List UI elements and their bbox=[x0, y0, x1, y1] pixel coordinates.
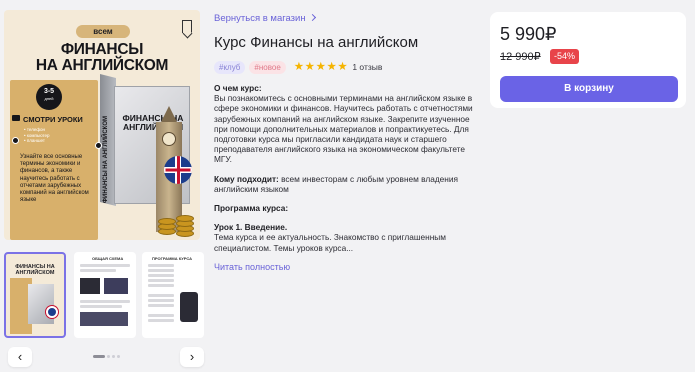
product-details: Вернуться в магазин Курс Финансы на англ… bbox=[214, 12, 484, 275]
price-card: 5 990₽ 12 990₽ -54% В корзину bbox=[490, 12, 686, 108]
product-title: Курс Финансы на английском bbox=[214, 34, 419, 51]
thumbnail-title: ФИНАНСЫ НА АНГЛИЙСКОМ bbox=[15, 264, 55, 276]
bookmark-icon[interactable] bbox=[182, 20, 192, 33]
days-badge: 3-5 дней bbox=[36, 84, 62, 110]
hotspot-dot bbox=[12, 137, 19, 144]
product-meta: #клуб #новое ★★★★★ 1 отзыв bbox=[214, 60, 484, 74]
pagination-dot[interactable] bbox=[117, 355, 120, 358]
cover-cta: СМОТРИ УРОКИ bbox=[12, 115, 96, 125]
clock-icon bbox=[162, 132, 176, 146]
about-text: Вы познакомитесь с основными терминами н… bbox=[214, 93, 473, 165]
pagination-dot[interactable] bbox=[112, 355, 115, 358]
thumbnail-box bbox=[28, 284, 54, 324]
uk-flag-icon bbox=[164, 156, 192, 184]
back-to-store-link[interactable]: Вернуться в магазин bbox=[214, 13, 306, 24]
lesson-text: Тема курса и ее актуальность. Знакомство… bbox=[214, 232, 446, 253]
chevron-right-icon bbox=[308, 13, 316, 22]
thumbnail-title: ПРОГРАММА КУРСА bbox=[152, 256, 193, 261]
gallery-prev-button[interactable]: ‹ bbox=[8, 347, 32, 367]
discount-badge: -54% bbox=[550, 49, 580, 64]
cover-cta-text: СМОТРИ УРОКИ bbox=[23, 115, 83, 124]
thumbnail-3[interactable]: ПРОГРАММА КУРСА bbox=[142, 252, 204, 338]
cover-list-item: • планшет bbox=[24, 138, 45, 143]
days-label: дней bbox=[44, 96, 54, 101]
product-description: О чем курс: Вы познакомитесь с основными… bbox=[214, 83, 484, 253]
gallery-navigation: ‹ › bbox=[8, 347, 204, 367]
rating-stars-icon: ★★★★★ bbox=[293, 61, 349, 73]
cover-title-line1: ФИНАНСЫ bbox=[60, 41, 144, 58]
pagination-dot[interactable] bbox=[107, 355, 110, 358]
tag-club[interactable]: #клуб bbox=[214, 60, 246, 74]
gallery-next-button[interactable]: › bbox=[180, 347, 204, 367]
thumbnail-1[interactable]: ФИНАНСЫ НА АНГЛИЙСКОМ bbox=[4, 252, 66, 338]
read-more-link[interactable]: Читать полностью bbox=[214, 262, 290, 272]
cover-device-list: • телефон • компьютер • планшет bbox=[24, 127, 94, 144]
old-price: 12 990₽ bbox=[500, 51, 541, 63]
cover-description: Узнайте все основные термины экономики и… bbox=[20, 154, 89, 204]
add-to-cart-button[interactable]: В корзину bbox=[500, 76, 678, 102]
lesson-heading: Урок 1. Введение. bbox=[214, 222, 288, 233]
days-number: 3-5 bbox=[43, 88, 55, 95]
program-heading: Программа курса: bbox=[214, 203, 289, 214]
box-spine-text: ФИНАНСЫ НА АНГЛИЙСКОМ bbox=[103, 116, 109, 204]
thumbnail-strip: ФИНАНСЫ НА АНГЛИЙСКОМ ОБЩАЯ СХЕМА ПРОГРА… bbox=[4, 252, 204, 340]
thumbnail-title: ОБЩАЯ СХЕМА bbox=[92, 256, 124, 261]
breadcrumb[interactable]: Вернуться в магазин bbox=[214, 12, 484, 26]
current-price: 5 990₽ bbox=[500, 24, 557, 44]
pagination-dot[interactable] bbox=[93, 355, 105, 358]
reviews-link[interactable]: 1 отзыв bbox=[352, 62, 382, 72]
camera-icon bbox=[12, 115, 20, 121]
cover-title-line2: НА АНГЛИЙСКОМ bbox=[35, 57, 169, 74]
cover-badge: всем bbox=[76, 25, 130, 38]
tag-new[interactable]: #новое bbox=[249, 60, 286, 74]
cover-title: ФИНАНСЫ НА АНГЛИЙСКОМ bbox=[4, 42, 200, 74]
uk-flag-icon bbox=[46, 306, 58, 318]
gallery-pagination-dots bbox=[93, 355, 122, 359]
main-product-image[interactable]: всем ФИНАНСЫ НА АНГЛИЙСКОМ 3-5 дней СМОТ… bbox=[4, 10, 200, 240]
hotspot-dot bbox=[95, 142, 102, 149]
product-gallery: всем ФИНАНСЫ НА АНГЛИЙСКОМ 3-5 дней СМОТ… bbox=[4, 10, 204, 367]
thumbnail-2[interactable]: ОБЩАЯ СХЕМА bbox=[74, 252, 136, 338]
coins-image bbox=[154, 206, 200, 240]
audience-heading: Кому подходит: bbox=[214, 173, 279, 184]
about-heading: О чем курс: bbox=[214, 83, 262, 93]
